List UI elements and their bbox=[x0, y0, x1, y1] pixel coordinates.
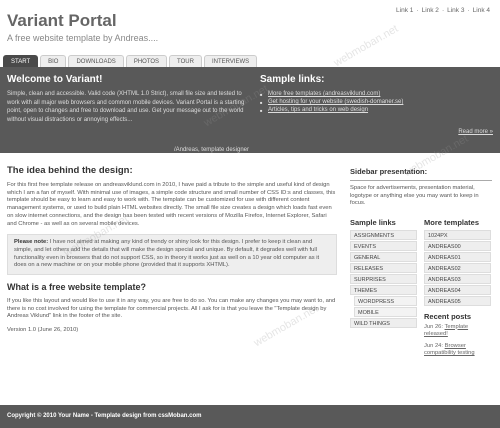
footer: Copyright © 2010 Your Name - Template de… bbox=[0, 405, 500, 428]
template-item[interactable]: 1024PX bbox=[424, 229, 491, 240]
template-item[interactable]: ANDREAS00 bbox=[424, 240, 491, 251]
main-para-1: For this first free template release on … bbox=[7, 182, 336, 227]
top-link-1[interactable]: Link 1 bbox=[396, 7, 413, 14]
template-item[interactable]: ANDREAS03 bbox=[424, 273, 491, 284]
main-title-2: What is a free website template? bbox=[7, 282, 147, 293]
tab-start[interactable]: START bbox=[3, 55, 39, 67]
site-title[interactable]: Variant Portal bbox=[7, 11, 117, 31]
tab-downloads[interactable]: DOWNLOADS bbox=[68, 55, 124, 67]
sidebar-title: Sidebar presentation: bbox=[350, 167, 428, 176]
template-item[interactable]: ANDREAS04 bbox=[424, 284, 491, 295]
template-item[interactable]: ANDREAS02 bbox=[424, 262, 491, 273]
main-para-2: If you like this layout and would like t… bbox=[7, 298, 336, 320]
sidebar-text: Space for advertisements, presentation m… bbox=[350, 180, 492, 208]
template-item[interactable]: ANDREAS05 bbox=[424, 295, 491, 306]
main-content: The idea behind the design: For this fir… bbox=[7, 165, 337, 341]
top-link-2[interactable]: Link 2 bbox=[422, 7, 439, 14]
note-label: Please note: bbox=[14, 239, 49, 246]
note-box: Please note: I have not aimed at making … bbox=[7, 234, 337, 276]
menu-item-general[interactable]: GENERAL bbox=[350, 251, 417, 262]
recent-posts-heading: Recent posts bbox=[424, 311, 472, 321]
tab-interviews[interactable]: INTERVIEWS bbox=[203, 55, 258, 67]
sample-link-1[interactable]: More free templates (andreasviklund.com) bbox=[260, 91, 492, 97]
top-nav: Link 1 · Link 2 · Link 3 · Link 4 bbox=[396, 7, 490, 14]
menu-item-events[interactable]: EVENTS bbox=[350, 240, 417, 251]
welcome-section: Welcome to Variant! Simple, clean and ac… bbox=[7, 74, 249, 153]
template-item[interactable]: ANDREAS01 bbox=[424, 251, 491, 262]
post-date: Jun 24: bbox=[424, 342, 444, 349]
tab-photos[interactable]: PHOTOS bbox=[125, 55, 168, 67]
sample-link-3[interactable]: Articles, tips and tricks on web design bbox=[260, 107, 492, 113]
menu-item-themes[interactable]: THEMES bbox=[350, 284, 417, 295]
welcome-text: Simple, clean and accessible. Valid code… bbox=[7, 91, 245, 123]
sample-links-title: Sample links: bbox=[260, 74, 325, 85]
signature: /Andreas, template designer bbox=[173, 147, 249, 153]
menu-item-assignments[interactable]: ASSIGNMENTS bbox=[350, 229, 417, 240]
site-slogan: A free website template by Andreas.... bbox=[7, 33, 159, 43]
top-link-4[interactable]: Link 4 bbox=[473, 7, 490, 14]
welcome-title: Welcome to Variant! bbox=[7, 74, 103, 85]
read-more-link[interactable]: Read more » bbox=[458, 129, 493, 135]
tab-tour[interactable]: TOUR bbox=[169, 55, 202, 67]
sample-links-heading: Sample links bbox=[350, 217, 396, 227]
tab-bio[interactable]: BIO bbox=[40, 55, 67, 67]
post-date: Jun 26: bbox=[424, 323, 444, 330]
sample-link-2[interactable]: Get hosting for your website (swedish-do… bbox=[260, 99, 492, 105]
menu-item-releases[interactable]: RELEASES bbox=[350, 262, 417, 273]
more-templates-heading: More templates bbox=[424, 217, 480, 227]
top-link-3[interactable]: Link 3 bbox=[447, 7, 464, 14]
version-text: Version 1.0 (June 26, 2010) bbox=[7, 327, 79, 334]
watermark: webmoban.net bbox=[331, 22, 401, 70]
main-title: The idea behind the design: bbox=[7, 165, 133, 176]
menu-item-surprises[interactable]: SURPRISES bbox=[350, 273, 417, 284]
more-templates-menu: More templates 1024PX ANDREAS00 ANDREAS0… bbox=[424, 218, 491, 362]
submenu-item-mobile[interactable]: MOBILE bbox=[354, 306, 417, 317]
note-text: I have not aimed at making any kind of t… bbox=[14, 239, 320, 269]
recent-post: Jun 26: Template released! bbox=[424, 324, 491, 339]
sidebar: Sidebar presentation: Space for advertis… bbox=[350, 167, 492, 362]
submenu-item-wordpress[interactable]: WORDPRESS bbox=[354, 295, 417, 306]
main-tabs: START BIO DOWNLOADS PHOTOS TOUR INTERVIE… bbox=[3, 55, 258, 67]
recent-post: Jun 24: Browser compatibility testing bbox=[424, 343, 491, 358]
sample-links-section: Sample links: More free templates (andre… bbox=[260, 74, 492, 115]
sample-links-menu: Sample links ASSIGNMENTS EVENTS GENERAL … bbox=[350, 218, 417, 362]
header-banner: Welcome to Variant! Simple, clean and ac… bbox=[0, 67, 500, 153]
menu-item-wild-things[interactable]: WILD THINGS bbox=[350, 317, 417, 328]
